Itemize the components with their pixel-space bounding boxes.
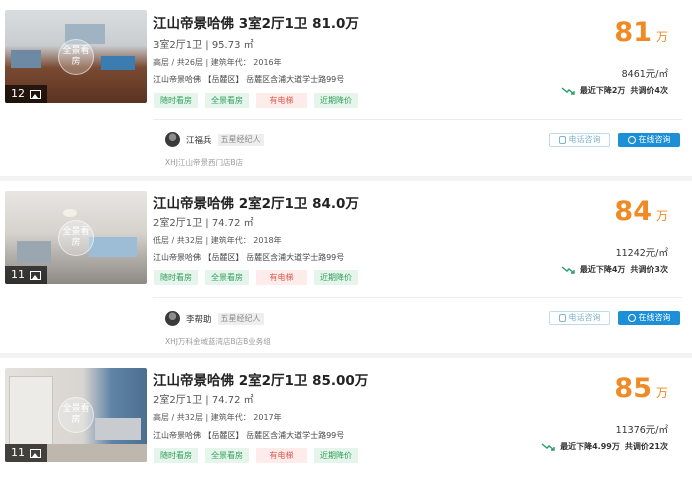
- price-value: 81: [614, 17, 652, 48]
- agent-name: 江福兵: [186, 135, 212, 146]
- listing-card: 全景看房 11 江山帝景哈佛 2室2厅1卫 85.00万 2室2厅1卫 | 74…: [0, 358, 692, 481]
- image-icon: [30, 89, 41, 99]
- total-price: 84 万: [614, 197, 668, 227]
- divider: [153, 297, 682, 298]
- unit-price: 11242元/㎡: [615, 248, 668, 259]
- store-name: XHJ江山帝景西门店B店: [165, 158, 244, 167]
- tag-price-drop: 近期降价: [314, 93, 358, 108]
- tag-anytime-viewing: 随时看房: [154, 93, 198, 108]
- adjust-count: 共调价3次: [630, 265, 668, 274]
- avatar: [165, 132, 180, 147]
- tag-price-drop: 近期降价: [314, 448, 358, 463]
- listing-title[interactable]: 江山帝景哈佛 2室2厅1卫 84.0万: [153, 192, 359, 212]
- tag-panorama: 全景看房: [205, 270, 249, 285]
- photo-count: 11: [5, 444, 47, 462]
- tag-list: 随时看房 全景看房 有电梯 近期降价: [154, 93, 358, 108]
- chat-icon: [627, 314, 636, 322]
- price-unit: 万: [655, 209, 668, 223]
- tag-elevator: 有电梯: [256, 93, 307, 108]
- tag-list: 随时看房 全景看房 有电梯 近期降价: [154, 270, 358, 285]
- online-consult-button[interactable]: 在线咨询: [618, 133, 680, 147]
- listing-card: 全景看房 11 江山帝景哈佛 2室2厅1卫 84.0万 2室2厅1卫 | 74.…: [0, 181, 692, 353]
- price-drop-info: 最近下降4.99万 共调价21次: [541, 441, 668, 452]
- price-unit: 万: [655, 30, 668, 44]
- listing-title[interactable]: 江山帝景哈佛 2室2厅1卫 85.00万: [153, 369, 368, 389]
- tag-anytime-viewing: 随时看房: [154, 448, 198, 463]
- floor-info: 高层 / 共26层 | 建筑年代： 2016年: [153, 58, 282, 67]
- layout-area: 2室2厅1卫 | 74.72 ㎡: [153, 395, 254, 406]
- agent-badge: 五星经纪人: [217, 312, 264, 325]
- image-icon: [30, 448, 41, 458]
- panorama-icon: 全景看房: [58, 397, 94, 433]
- address[interactable]: 江山帝景哈佛 【岳麓区】 岳麓区含浦大道学士路99号: [153, 74, 344, 85]
- adjust-count: 共调价4次: [630, 86, 668, 95]
- tag-panorama: 全景看房: [205, 448, 249, 463]
- tag-price-drop: 近期降价: [314, 270, 358, 285]
- listing-photo[interactable]: 全景看房 11: [5, 191, 147, 284]
- tag-list: 随时看房 全景看房 有电梯 近期降价: [154, 448, 358, 463]
- photo-count: 12: [5, 85, 47, 103]
- phone-icon: [558, 136, 566, 144]
- agent-name: 李帮助: [186, 314, 212, 325]
- tag-anytime-viewing: 随时看房: [154, 270, 198, 285]
- store-name: XHJ万科金域蓝湾店B店B业务组: [165, 337, 271, 346]
- price-value: 84: [614, 196, 652, 227]
- image-icon: [30, 270, 41, 280]
- avatar: [165, 311, 180, 326]
- floor-info: 高层 / 共32层 | 建筑年代： 2017年: [153, 413, 282, 422]
- floor-info: 低层 / 共32层 | 建筑年代： 2018年: [153, 236, 282, 245]
- trend-down-icon: [561, 86, 575, 95]
- listing-title[interactable]: 江山帝景哈佛 3室2厅1卫 81.0万: [153, 12, 359, 32]
- divider: [153, 119, 682, 120]
- listing-photo[interactable]: 全景看房 12: [5, 10, 147, 103]
- agent-badge: 五星经纪人: [217, 133, 264, 146]
- price-value: 85: [614, 373, 652, 404]
- layout-area: 3室2厅1卫 | 95.73 ㎡: [153, 40, 254, 51]
- panorama-icon: 全景看房: [58, 38, 94, 75]
- listing-card: 全景看房 12 江山帝景哈佛 3室2厅1卫 81.0万 3室2厅1卫 | 95.…: [0, 0, 692, 176]
- total-price: 81 万: [614, 18, 668, 48]
- agent-info[interactable]: 李帮助 五星经纪人: [165, 311, 264, 326]
- phone-icon: [558, 314, 566, 322]
- price-drop-info: 最近下降2万 共调价4次: [561, 85, 668, 96]
- phone-consult-button[interactable]: 电话咨询: [549, 311, 610, 325]
- photo-count: 11: [5, 266, 47, 284]
- tag-panorama: 全景看房: [205, 93, 249, 108]
- unit-price: 8461元/㎡: [621, 69, 668, 80]
- tag-elevator: 有电梯: [256, 270, 307, 285]
- price-drop-info: 最近下降4万 共调价3次: [561, 264, 668, 275]
- address[interactable]: 江山帝景哈佛 【岳麓区】 岳麓区含浦大道学士路99号: [153, 430, 344, 441]
- total-price: 85 万: [614, 374, 668, 404]
- chat-icon: [627, 136, 636, 144]
- phone-consult-button[interactable]: 电话咨询: [549, 133, 610, 147]
- unit-price: 11376元/㎡: [615, 425, 668, 436]
- panorama-icon: 全景看房: [58, 219, 94, 256]
- listing-photo[interactable]: 全景看房 11: [5, 368, 147, 462]
- drop-text: 最近下降4.99万: [560, 442, 620, 451]
- trend-down-icon: [561, 265, 575, 274]
- drop-text: 最近下降2万: [579, 86, 626, 95]
- online-consult-button[interactable]: 在线咨询: [618, 311, 680, 325]
- drop-text: 最近下降4万: [579, 265, 626, 274]
- layout-area: 2室2厅1卫 | 74.72 ㎡: [153, 218, 254, 229]
- adjust-count: 共调价21次: [624, 442, 668, 451]
- tag-elevator: 有电梯: [256, 448, 307, 463]
- trend-down-icon: [541, 442, 555, 451]
- address[interactable]: 江山帝景哈佛 【岳麓区】 岳麓区含浦大道学士路99号: [153, 252, 344, 263]
- price-unit: 万: [655, 386, 668, 400]
- agent-info[interactable]: 江福兵 五星经纪人: [165, 132, 264, 147]
